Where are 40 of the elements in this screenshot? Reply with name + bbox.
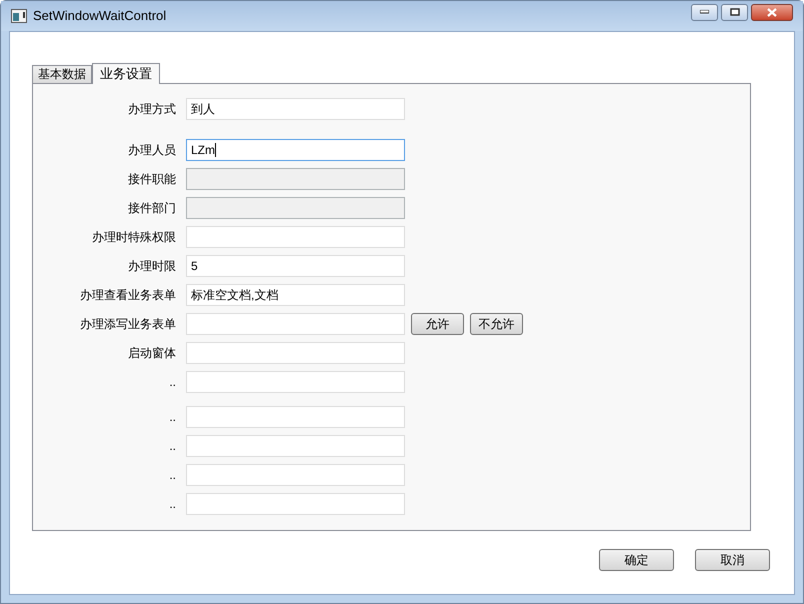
field-label: 办理方式 — [127, 101, 176, 118]
input-field[interactable] — [186, 464, 405, 486]
tab[interactable]: 基本数据 — [32, 65, 92, 83]
input-field[interactable] — [186, 313, 405, 335]
input-field[interactable] — [186, 406, 405, 428]
field-label: 接件部门 — [127, 200, 176, 217]
maximize-button[interactable] — [721, 4, 748, 20]
dialog-button[interactable]: 取消 — [695, 549, 770, 571]
field-label: .. — [168, 374, 176, 391]
input-field[interactable]: LZm — [186, 139, 405, 161]
close-button[interactable] — [751, 4, 793, 20]
row-button[interactable]: 允许 — [411, 313, 464, 335]
field-label: 办理时特殊权限 — [91, 229, 176, 246]
input-field[interactable] — [186, 226, 405, 248]
input-field[interactable]: 5 — [186, 255, 405, 277]
field-label: 办理时限 — [127, 258, 176, 275]
field-label: .. — [168, 409, 176, 426]
tab[interactable]: 业务设置 — [92, 63, 160, 84]
minimize-icon — [700, 10, 709, 14]
minimize-button[interactable] — [691, 4, 718, 20]
input-field[interactable] — [186, 435, 405, 457]
field-label: 办理添写业务表单 — [79, 316, 176, 333]
input-field[interactable] — [186, 493, 405, 515]
maximize-icon — [730, 8, 740, 16]
field-label: 接件职能 — [127, 171, 176, 188]
field-label: 办理人员 — [127, 142, 176, 159]
field-label: .. — [168, 467, 176, 484]
field-label: 启动窗体 — [127, 345, 176, 362]
window-title: SetWindowWaitControl — [33, 7, 166, 26]
input-field[interactable] — [186, 371, 405, 393]
row-button[interactable]: 不允许 — [470, 313, 523, 335]
input-field[interactable]: 标准空文档,文档 — [186, 284, 405, 306]
field-label: .. — [168, 496, 176, 513]
input-field[interactable] — [186, 342, 405, 364]
field-label: 办理查看业务表单 — [79, 287, 176, 304]
field-label: .. — [168, 438, 176, 455]
input-field[interactable]: 到人 — [186, 98, 405, 120]
dialog-button[interactable]: 确定 — [599, 549, 674, 571]
app-icon — [11, 9, 27, 23]
close-icon — [767, 8, 777, 16]
